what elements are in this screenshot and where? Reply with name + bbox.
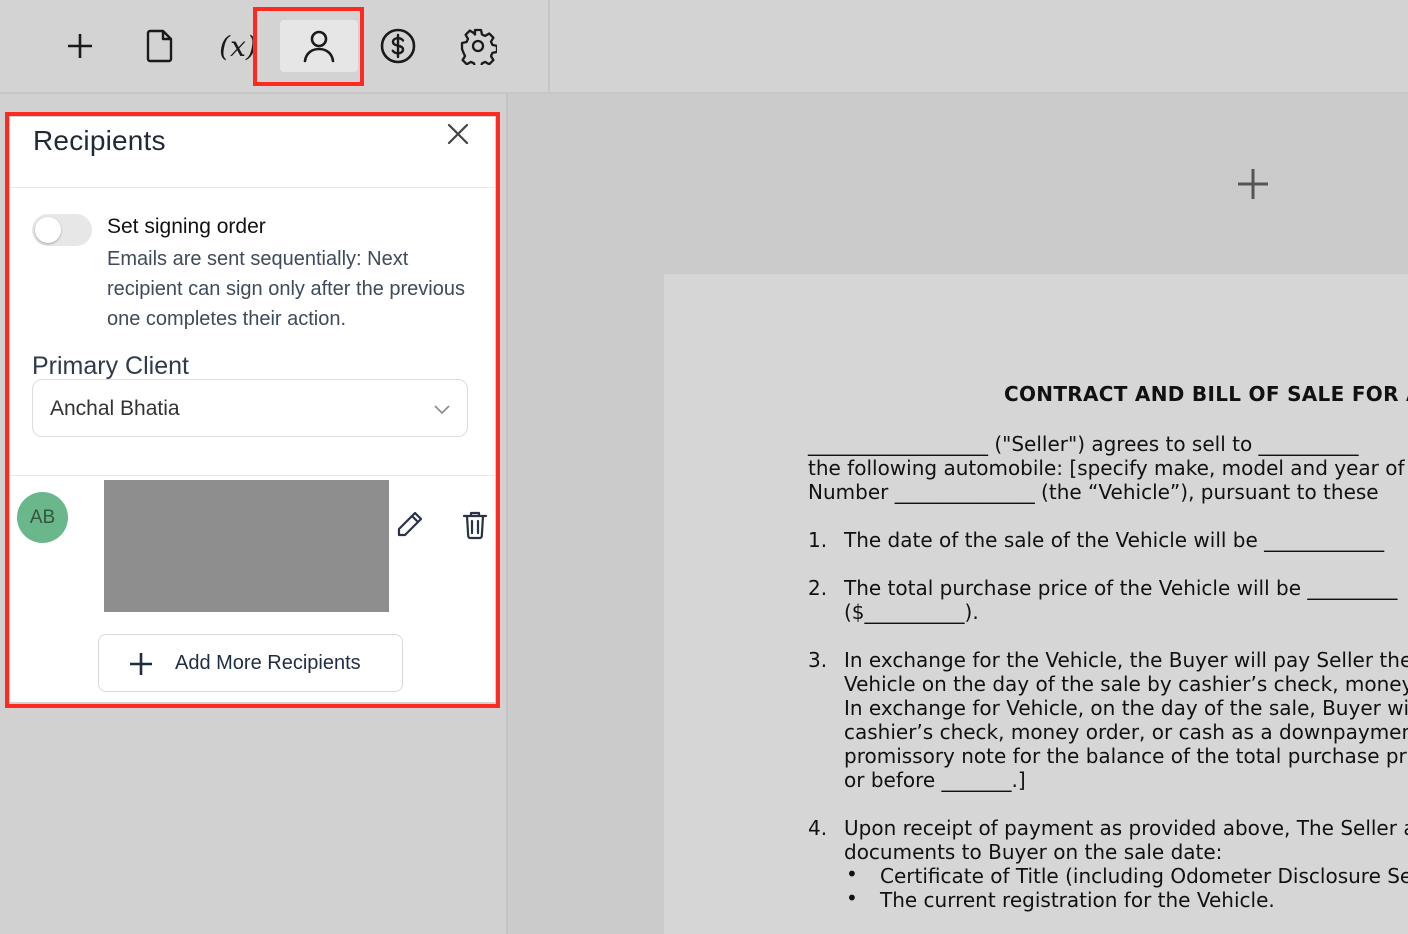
pencil-icon	[397, 511, 423, 537]
toolbar: (x)	[0, 0, 550, 94]
add-more-recipients-button[interactable]: Add More Recipients	[98, 634, 403, 692]
file-icon	[146, 29, 173, 63]
add-button[interactable]	[50, 20, 110, 72]
list-item: In exchange for Vehicle, on the day of t…	[844, 696, 1408, 720]
close-icon	[447, 123, 469, 145]
add-page-button[interactable]	[1235, 166, 1271, 202]
dollar-circle-icon	[380, 28, 416, 64]
list-item: promissory note for the balance of the t…	[844, 744, 1408, 768]
add-more-recipients-label: Add More Recipients	[175, 652, 361, 674]
list-number: 2.	[808, 576, 828, 600]
document-intro-line: the following automobile: [specify make,…	[808, 456, 1405, 480]
plus-icon	[68, 34, 92, 58]
divider	[10, 475, 495, 476]
trash-icon	[462, 511, 488, 540]
list-number: 1.	[808, 528, 828, 552]
primary-client-select[interactable]: Anchal Bhatia	[32, 379, 468, 437]
close-button[interactable]	[445, 121, 471, 147]
delete-recipient-button[interactable]	[462, 510, 488, 540]
list-number: 3.	[808, 648, 828, 672]
chevron-down-icon	[434, 405, 450, 415]
panel-title: Recipients	[33, 125, 166, 156]
list-item: or before _______.]	[844, 768, 1026, 792]
list-item: The total purchase price of the Vehicle …	[844, 576, 1398, 600]
redacted-recipient-details	[104, 480, 389, 612]
toggle-knob	[35, 217, 61, 243]
signing-order-label: Set signing order	[107, 215, 266, 238]
plus-icon	[130, 653, 152, 675]
signing-order-toggle[interactable]	[32, 214, 92, 246]
bullet-icon: •	[846, 886, 858, 910]
list-item: In exchange for the Vehicle, the Buyer w…	[844, 648, 1408, 672]
list-item: Upon receipt of payment as provided abov…	[844, 816, 1408, 840]
signing-order-description: Emails are sent sequentially: Next recip…	[107, 248, 465, 330]
plus-icon	[1238, 169, 1268, 199]
document-page: CONTRACT AND BILL OF SALE FOR A ________…	[664, 274, 1408, 934]
variable-icon: (x)	[219, 29, 257, 63]
primary-client-value: Anchal Bhatia	[50, 397, 180, 420]
document-intro-line: Number ______________ (the “Vehicle”), p…	[808, 480, 1379, 504]
payments-button[interactable]	[368, 20, 428, 72]
document-button[interactable]	[130, 20, 190, 72]
list-number: 4.	[808, 816, 828, 840]
edit-recipient-button[interactable]	[395, 509, 425, 539]
recipients-panel: Recipients Set signing order Emails are …	[10, 117, 495, 702]
bullet-item: The current registration for the Vehicle…	[880, 888, 1275, 912]
divider	[10, 187, 495, 188]
gear-icon	[460, 28, 497, 65]
settings-button[interactable]	[448, 20, 508, 72]
list-item: cashier’s check, money order, or cash as…	[844, 720, 1408, 744]
primary-client-label: Primary Client	[32, 352, 189, 380]
recipients-button[interactable]	[280, 20, 358, 72]
document-intro-line: __________________ ("Seller") agrees to …	[808, 432, 1359, 456]
avatar: AB	[17, 492, 68, 543]
bullet-item: Certificate of Title (including Odometer…	[880, 864, 1408, 888]
variables-button[interactable]: (x)	[208, 20, 268, 72]
document-title: CONTRACT AND BILL OF SALE FOR A	[1004, 382, 1408, 406]
list-item: The date of the sale of the Vehicle will…	[844, 528, 1385, 552]
list-item: ($__________).	[844, 600, 979, 624]
list-item: Vehicle on the day of the sale by cashie…	[844, 672, 1408, 696]
user-icon	[303, 30, 335, 63]
list-item: documents to Buyer on the sale date:	[844, 840, 1223, 864]
toolbar-empty-area	[550, 0, 1408, 94]
bullet-icon: •	[846, 862, 858, 886]
